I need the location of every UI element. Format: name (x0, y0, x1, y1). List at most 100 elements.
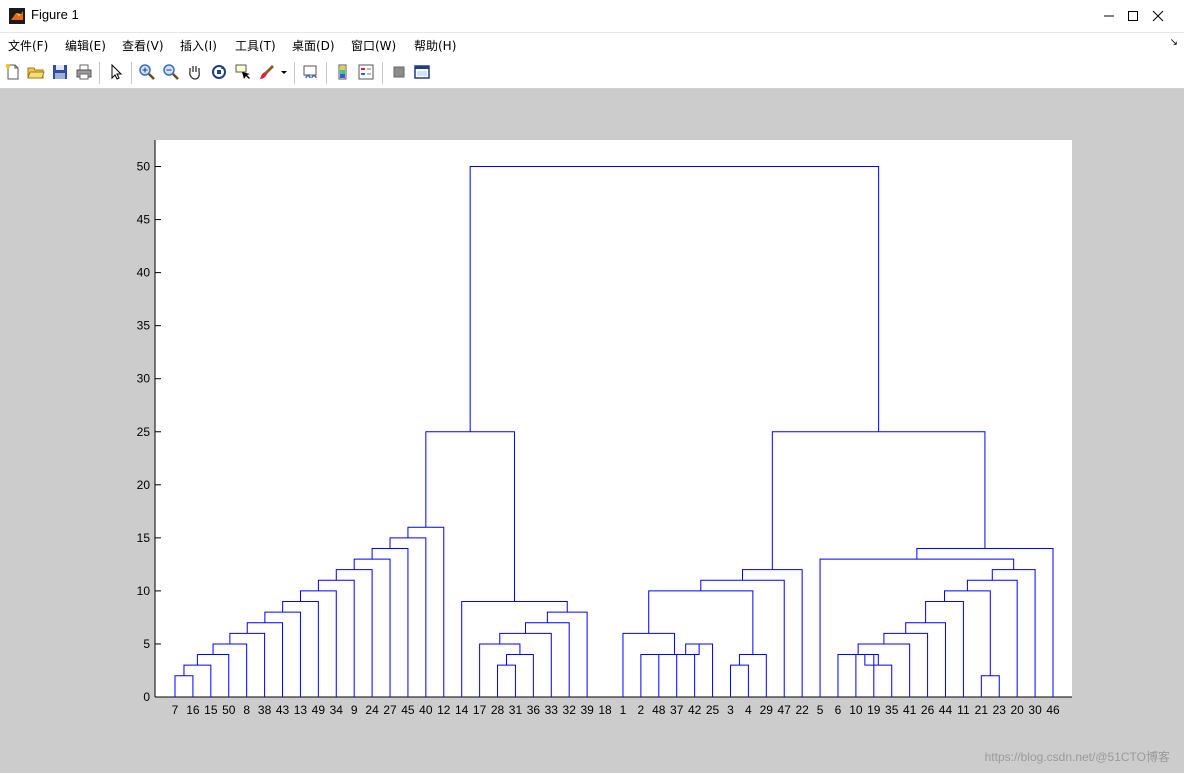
y-tick-label: 40 (137, 266, 151, 280)
legend-icon[interactable] (357, 63, 375, 81)
figure-canvas: 0 5 10 15 20 25 30 35 40 45 50 7 16 15 50 8 38 43 13 49 34 9… (0, 89, 1184, 773)
leaf-label: 15 (204, 703, 218, 717)
leaf-label: 28 (491, 703, 505, 717)
leaf-label: 34 (330, 703, 344, 717)
menu-window[interactable]: 窗口(W) (351, 37, 396, 54)
leaf-label: 19 (867, 703, 881, 717)
leaf-label: 7 (172, 703, 179, 717)
leaf-label: 42 (688, 703, 702, 717)
toolbar-separator (294, 62, 295, 84)
leaf-label: 44 (939, 703, 953, 717)
menu-tools[interactable]: 工具(T) (235, 37, 276, 54)
leaf-label: 27 (383, 703, 397, 717)
dock-arrow-icon[interactable]: ↘ (1170, 37, 1178, 48)
leaf-label: 4 (745, 703, 752, 717)
hide-plot-tools-icon[interactable] (390, 63, 408, 81)
leaf-label: 6 (835, 703, 842, 717)
y-tick-label: 15 (137, 531, 151, 545)
toolbar-separator (99, 62, 100, 84)
leaf-label: 50 (222, 703, 236, 717)
x-axis: 7 16 15 50 8 38 43 13 49 34 9 24 27 45 40 12 14 17 28 31 36 3… (155, 696, 1072, 717)
show-plot-tools-icon[interactable] (413, 63, 431, 81)
leaf-label: 47 (778, 703, 792, 717)
leaf-label: 18 (598, 703, 612, 717)
leaf-label: 48 (652, 703, 666, 717)
toolbar-separator (131, 62, 132, 84)
menu-file[interactable]: 文件(F) (8, 37, 48, 54)
save-icon[interactable] (51, 63, 69, 81)
menu-edit[interactable]: 编辑(E) (65, 37, 106, 54)
y-tick-label: 25 (137, 425, 151, 439)
toolbar-separator (382, 62, 383, 84)
leaf-label: 32 (563, 703, 577, 717)
leaf-label: 5 (817, 703, 824, 717)
leaf-label: 22 (795, 703, 809, 717)
leaf-label: 21 (975, 703, 989, 717)
y-tick-label: 10 (137, 584, 151, 598)
menu-bar: 文件(F) 编辑(E) 查看(V) 插入(I) 工具(T) 桌面(D) 窗口(W… (0, 33, 1184, 57)
y-tick-label: 30 (137, 372, 151, 386)
y-tick-label: 0 (143, 690, 150, 704)
leaf-label: 17 (473, 703, 487, 717)
leaf-label: 31 (509, 703, 523, 717)
leaf-label: 12 (437, 703, 451, 717)
leaf-label: 30 (1028, 703, 1042, 717)
open-file-icon[interactable] (27, 63, 45, 81)
leaf-label: 11 (957, 703, 970, 717)
leaf-label: 49 (312, 703, 326, 717)
menu-insert[interactable]: 插入(I) (180, 37, 217, 54)
link-plot-icon[interactable] (302, 63, 320, 81)
y-tick-label: 20 (137, 478, 151, 492)
leaf-label: 10 (849, 703, 863, 717)
brush-icon[interactable] (258, 63, 276, 81)
leaf-label: 8 (243, 703, 250, 717)
leaf-label: 16 (186, 703, 200, 717)
colorbar-icon[interactable] (334, 63, 352, 81)
menu-desktop[interactable]: 桌面(D) (292, 37, 335, 54)
leaf-label: 23 (993, 703, 1007, 717)
dendrogram-plot[interactable]: 05101520253035404550 7 16 15 50 8 38 43 13 49 34 9… (0, 89, 1184, 773)
leaf-label: 36 (527, 703, 541, 717)
close-button[interactable] (1135, 0, 1181, 32)
menu-view[interactable]: 查看(V) (122, 37, 164, 54)
leaf-label: 45 (401, 703, 415, 717)
y-tick-label: 5 (143, 637, 150, 651)
leaf-label: 41 (903, 703, 917, 717)
toolbar-separator (326, 62, 327, 84)
leaf-label: 24 (365, 703, 379, 717)
leaf-label: 9 (351, 703, 358, 717)
print-icon[interactable] (75, 63, 93, 81)
figure-toolbar (0, 58, 1184, 89)
pan-hand-icon[interactable] (186, 63, 204, 81)
y-tick-label: 35 (137, 319, 151, 333)
leaf-label: 13 (294, 703, 308, 717)
watermark: https://blog.csdn.net/@51CTO博客 (984, 750, 1170, 764)
brush-dropdown-icon[interactable] (280, 63, 288, 81)
y-tick-label: 45 (137, 213, 151, 227)
close-icon (1152, 10, 1164, 22)
leaf-label: 1 (620, 703, 627, 717)
new-figure-icon[interactable] (4, 63, 22, 81)
leaf-label: 35 (885, 703, 899, 717)
axes-background (155, 140, 1072, 697)
rotate-3d-icon[interactable] (210, 63, 228, 81)
leaf-label: 14 (455, 703, 469, 717)
leaf-label: 3 (727, 703, 734, 717)
leaf-label: 46 (1046, 703, 1060, 717)
leaf-label: 20 (1010, 703, 1024, 717)
leaf-label: 39 (580, 703, 594, 717)
data-cursor-icon[interactable] (234, 63, 252, 81)
leaf-label: 26 (921, 703, 935, 717)
leaf-label: 38 (258, 703, 272, 717)
leaf-label: 43 (276, 703, 290, 717)
zoom-out-icon[interactable] (162, 63, 180, 81)
leaf-label: 37 (670, 703, 684, 717)
leaf-label: 29 (760, 703, 774, 717)
leaf-label: 25 (706, 703, 720, 717)
matlab-icon (9, 8, 25, 24)
y-tick-label: 50 (137, 160, 151, 174)
window-title: Figure 1 (31, 7, 79, 22)
menu-help[interactable]: 帮助(H) (414, 37, 456, 54)
select-arrow-icon[interactable] (107, 63, 125, 81)
zoom-in-icon[interactable] (138, 63, 156, 81)
